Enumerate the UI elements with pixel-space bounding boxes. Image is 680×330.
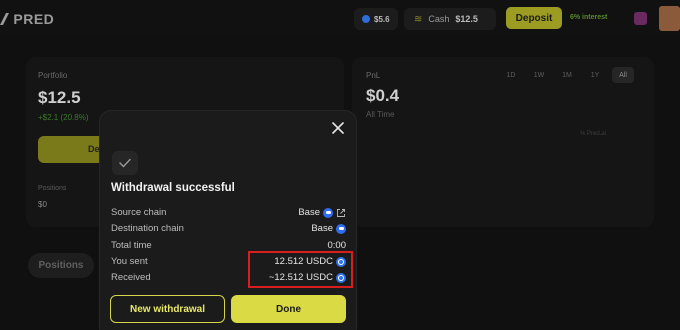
app-logo[interactable]: PRED [0, 11, 54, 27]
portfolio-label: Portfolio [38, 71, 68, 80]
app-logo-text: PRED [13, 11, 55, 27]
destination-chain-value-wrap: Base [311, 223, 346, 234]
range-tab-1d[interactable]: 1D [500, 67, 522, 83]
close-button[interactable] [330, 122, 346, 138]
you-sent-label: You sent [111, 256, 148, 267]
portfolio-change: +$2.1 (20.8%) [38, 113, 89, 122]
pnl-period: All Time [366, 110, 395, 119]
modal-title: Withdrawal successful [111, 182, 235, 194]
withdrawal-success-modal: Withdrawal successful Source chain Base … [99, 110, 357, 330]
source-chain-label: Source chain [111, 207, 167, 218]
destination-chain-label: Destination chain [111, 223, 184, 234]
balance-coin-icon [362, 15, 370, 23]
portfolio-value: $12.5 [38, 88, 81, 107]
range-tab-1m[interactable]: 1M [556, 67, 578, 83]
cash-icon: ≋ [414, 13, 423, 25]
top-bar: PRED $5.6 ≋ Cash $12.5 Deposit 6% intere… [0, 0, 680, 37]
source-chain-row: Source chain Base [111, 207, 346, 221]
source-chain-value: Base [298, 207, 320, 218]
range-tab-all[interactable]: All [612, 67, 634, 83]
gift-icon[interactable] [634, 12, 647, 25]
close-icon [332, 122, 344, 134]
balance-value: $5.6 [374, 14, 390, 24]
pnl-watermark: % Pred.ai [580, 131, 607, 137]
received-label: Received [111, 272, 151, 283]
destination-chain-row: Destination chain Base [111, 223, 346, 237]
avatar[interactable] [659, 6, 680, 31]
done-button[interactable]: Done [231, 295, 346, 323]
balance-chip[interactable]: $5.6 [354, 8, 398, 30]
logo-mark-icon [0, 13, 9, 25]
external-link-icon[interactable] [336, 208, 346, 218]
pnl-value: $0.4 [366, 86, 400, 105]
pnl-label: PnL [366, 71, 381, 80]
tab-positions[interactable]: Positions [28, 253, 94, 278]
cash-chip[interactable]: ≋ Cash $12.5 [404, 8, 496, 30]
cash-label: Cash [428, 14, 450, 24]
success-badge [112, 151, 138, 175]
portfolio-deposit-button[interactable]: De [38, 136, 108, 163]
range-tab-1w[interactable]: 1W [528, 67, 550, 83]
positions-value: $0 [38, 200, 47, 209]
highlight-box [248, 251, 353, 288]
base-chain-icon [323, 207, 333, 218]
range-tab-1y[interactable]: 1Y [584, 67, 606, 83]
total-time-label: Total time [111, 240, 152, 251]
base-chain-icon [336, 223, 346, 234]
source-chain-value-wrap: Base [298, 207, 346, 218]
positions-label: Positions [38, 185, 67, 192]
deposit-button[interactable]: Deposit [506, 7, 562, 29]
pnl-card: PnL $0.4 All Time 1D 1W 1M 1Y All % Pred… [352, 57, 654, 227]
destination-chain-value: Base [311, 223, 333, 234]
interest-label: 6% interest [570, 14, 608, 21]
range-tabs: 1D 1W 1M 1Y All [500, 67, 634, 83]
checkmark-icon [119, 158, 131, 168]
new-withdrawal-button[interactable]: New withdrawal [110, 295, 225, 323]
total-time-value: 0:00 [327, 240, 347, 251]
cash-value: $12.5 [455, 14, 478, 24]
